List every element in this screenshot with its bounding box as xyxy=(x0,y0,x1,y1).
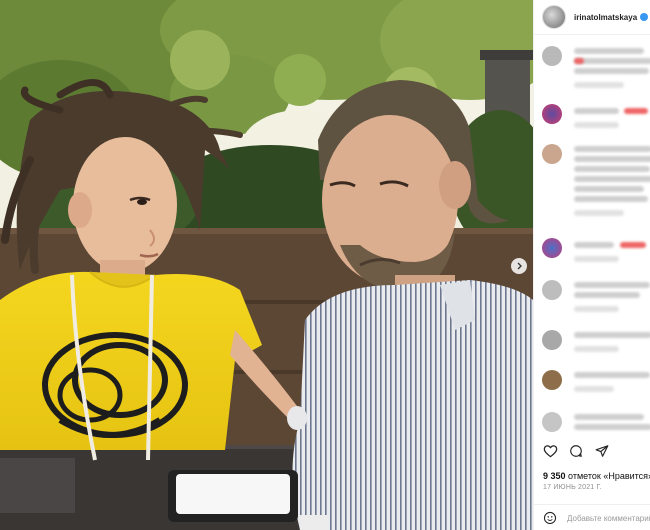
avatar[interactable] xyxy=(542,370,562,390)
heart-icon xyxy=(543,445,557,458)
emoji-button[interactable] xyxy=(543,510,557,526)
avatar[interactable] xyxy=(542,330,562,350)
avatar[interactable] xyxy=(542,412,562,432)
author-avatar[interactable] xyxy=(542,5,566,29)
avatar[interactable] xyxy=(542,46,562,66)
post-date: 17 ИЮНЬ 2021 Г. xyxy=(543,484,602,491)
next-photo-button[interactable] xyxy=(511,258,527,274)
comment-input[interactable] xyxy=(565,512,650,524)
verified-badge-icon xyxy=(640,13,649,22)
avatar[interactable] xyxy=(542,104,562,124)
author-username[interactable]: irinatolmatskaya xyxy=(574,13,649,22)
smile-icon xyxy=(543,511,557,525)
comment-icon xyxy=(570,445,582,457)
share-button[interactable] xyxy=(594,443,610,459)
likes-count[interactable]: 9 350 отметок «Нравится» xyxy=(543,471,650,481)
post-header: irinatolmatskaya xyxy=(534,0,650,35)
paper-plane-icon xyxy=(595,445,609,457)
chevron-right-icon xyxy=(517,262,522,270)
likes-number: 9 350 xyxy=(543,471,566,481)
post-actions xyxy=(542,443,610,459)
comment-button[interactable] xyxy=(568,443,584,459)
add-comment-bar xyxy=(534,504,650,530)
photo-image xyxy=(0,0,533,530)
post-photo[interactable] xyxy=(0,0,533,530)
avatar[interactable] xyxy=(542,238,562,258)
likes-label: отметок «Нравится» xyxy=(568,471,650,481)
avatar[interactable] xyxy=(542,144,562,164)
post-sidebar: irinatolmatskaya 9 350 отметок «Нравится… xyxy=(533,0,650,530)
avatar[interactable] xyxy=(542,280,562,300)
like-button[interactable] xyxy=(542,443,558,459)
